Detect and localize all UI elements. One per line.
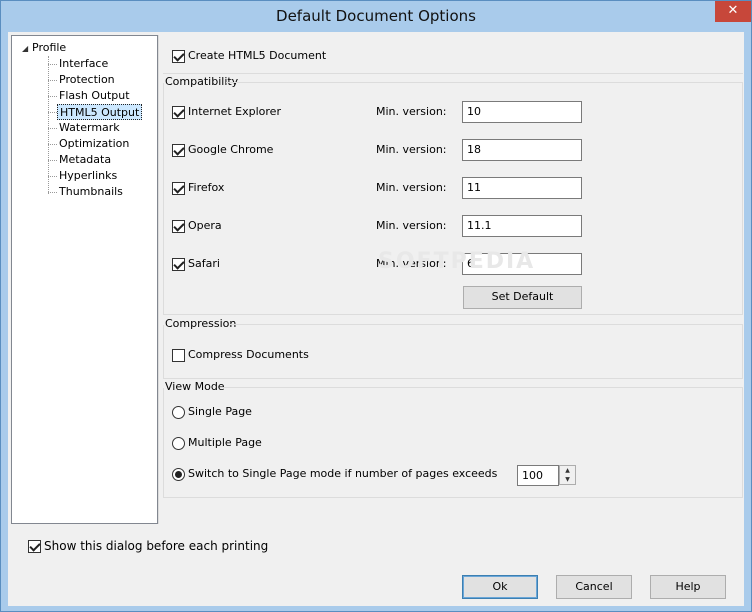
single-page-label[interactable]: Single Page [188,405,252,419]
tree-branch-line [48,128,57,129]
chrome-label[interactable]: Google Chrome [188,143,273,157]
opera-min-version-input[interactable]: 11.1 [462,215,582,237]
multiple-page-radio[interactable] [172,437,185,450]
tree-branch-line [48,64,57,65]
compress-documents-checkbox[interactable] [172,349,185,362]
tree-branch-line [48,96,57,97]
tree-connector-line [48,56,49,194]
opera-checkbox[interactable] [172,220,185,233]
tree-root-profile[interactable]: ◢ Profile [22,40,66,56]
opera-label[interactable]: Opera [188,219,222,233]
tree-item-thumbnails[interactable]: Thumbnails [57,184,125,200]
tree-item-watermark[interactable]: Watermark [57,120,122,136]
tree-branch-line [48,112,57,113]
window-title: Default Document Options [276,7,476,25]
show-dialog-label[interactable]: Show this dialog before each printing [44,539,268,553]
chrome-min-version-input[interactable]: 18 [462,139,582,161]
tree-item-interface[interactable]: Interface [57,56,110,72]
tree-item-protection[interactable]: Protection [57,72,117,88]
cancel-button[interactable]: Cancel [556,575,632,599]
tree-expand-arrow-icon[interactable]: ◢ [22,41,32,57]
compress-documents-label[interactable]: Compress Documents [188,348,309,362]
close-button[interactable]: ✕ [715,1,751,22]
tree-branch-line [48,80,57,81]
set-default-button[interactable]: Set Default [463,286,582,309]
ie-min-version-input[interactable]: 10 [462,101,582,123]
tree-branch-line [48,192,57,193]
tree-item-html5-output[interactable]: HTML5 Output [57,104,143,120]
html5-options-panel: Create HTML5 Document Compatibility Inte… [158,35,744,505]
safari-label[interactable]: Safari [188,257,220,271]
options-tree[interactable]: ◢ Profile Interface Protection Flash Outp… [11,35,158,524]
show-dialog-checkbox[interactable] [28,540,41,553]
tree-item-optimization[interactable]: Optimization [57,136,131,152]
ie-label[interactable]: Internet Explorer [188,105,281,119]
ok-button[interactable]: Ok [462,575,538,599]
tree-item-flash-output[interactable]: Flash Output [57,88,132,104]
create-html5-checkbox[interactable] [172,50,185,63]
pages-threshold-spinner[interactable]: ▲ ▼ [559,465,576,485]
firefox-min-version-label: Min. version: [376,181,447,194]
chrome-min-version-label: Min. version: [376,143,447,156]
tree-branch-line [48,144,57,145]
safari-checkbox[interactable] [172,258,185,271]
spin-down-icon[interactable]: ▼ [560,475,575,484]
tree-item-metadata[interactable]: Metadata [57,152,113,168]
dialog-window: Default Document Options ✕ ◢ Profile Inte… [0,0,752,612]
opera-min-version-label: Min. version: [376,219,447,232]
tree-branch-line [48,160,57,161]
firefox-min-version-input[interactable]: 11 [462,177,582,199]
single-page-radio[interactable] [172,406,185,419]
help-button[interactable]: Help [650,575,726,599]
spin-up-icon[interactable]: ▲ [560,466,575,475]
tree-root-label: Profile [32,41,67,54]
safari-min-version-input[interactable]: 6 [462,253,582,275]
title-bar: Default Document Options ✕ [1,1,751,32]
switch-single-page-label[interactable]: Switch to Single Page mode if number of … [188,467,497,481]
firefox-label[interactable]: Firefox [188,181,224,195]
pages-threshold-input[interactable]: 100 [517,465,559,486]
ie-min-version-label: Min. version: [376,105,447,118]
create-html5-label[interactable]: Create HTML5 Document [188,49,326,63]
dialog-client-area: ◢ Profile Interface Protection Flash Outp… [8,32,744,606]
switch-single-page-radio[interactable] [172,468,185,481]
top-divider [163,73,743,74]
multiple-page-label[interactable]: Multiple Page [188,436,262,450]
chrome-checkbox[interactable] [172,144,185,157]
ie-checkbox[interactable] [172,106,185,119]
firefox-checkbox[interactable] [172,182,185,195]
tree-item-hyperlinks[interactable]: Hyperlinks [57,168,119,184]
tree-branch-line [48,176,57,177]
safari-min-version-label: Min. version: [376,257,447,270]
